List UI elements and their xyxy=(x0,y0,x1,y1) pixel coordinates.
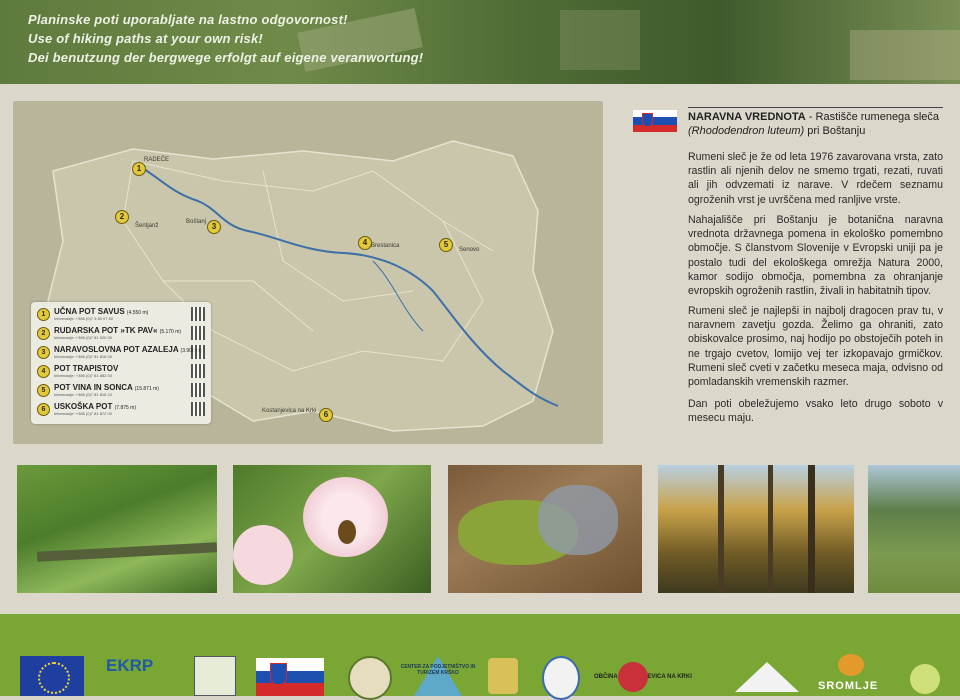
risk-notice-de: Dei benutzung der bergwege erfolgt auf e… xyxy=(28,50,424,65)
trail-marker-6: 6 xyxy=(319,408,333,422)
cpt-triangle-logo xyxy=(414,656,462,696)
legend-number: 5 xyxy=(37,384,50,397)
legend-item: 4 POT TRAPISTOV Informacije: +386 (0)7 8… xyxy=(37,363,205,380)
cpt-label: CENTER ZA PODJETNIŠTVO IN TURIZEM KRŠKO xyxy=(400,664,476,676)
article-title: NARAVNA VREDNOTA - Rastišče rumenega sle… xyxy=(688,107,943,138)
trail-marker-1: 1 xyxy=(132,162,146,176)
legend-item: 6 USKOŠKA POT (7.875 m) Informacije: +38… xyxy=(37,401,205,418)
legend-number: 1 xyxy=(37,308,50,321)
article-paragraph: Rumeni sleč je najlepši in najbolj drago… xyxy=(688,305,943,389)
town-label: Boštanj xyxy=(186,219,207,225)
eu-flag-icon xyxy=(20,656,84,696)
trail-marker-3: 3 xyxy=(207,220,221,234)
las-posavje-logo xyxy=(348,656,392,700)
legend-info: Informacije: +386 (0)7 81 872 00 xyxy=(54,411,112,416)
town-label: Kostanjevica na Krki xyxy=(262,408,317,414)
trail-legend: 1 UČNA POT SAVUS (4.550 m) Informacije: … xyxy=(31,302,211,424)
legend-number: 6 xyxy=(37,403,50,416)
legend-name: POT TRAPISTOV xyxy=(54,364,119,373)
ktrc-logo xyxy=(542,656,580,700)
article-paragraph: Nahajališče pri Boštanju je botanična na… xyxy=(688,214,943,298)
legend-number: 2 xyxy=(37,327,50,340)
article-paragraph: Dan poti obeležujemo vsako leto drugo so… xyxy=(688,398,943,425)
risk-notice-sl: Planinske poti uporabljate na lastno odg… xyxy=(28,12,348,27)
qr-code-icon xyxy=(191,402,205,416)
trail-marker-4: 4 xyxy=(358,236,372,250)
leader-logo xyxy=(194,656,236,696)
kostanjevica-crest-icon xyxy=(618,662,648,692)
legend-name: RUDARSKA POT »TK PAV« (5.170 m) xyxy=(54,326,182,335)
photo-mossy-rock xyxy=(448,465,642,593)
qr-code-icon xyxy=(191,383,205,397)
legend-info: Informacije: +386 (0)7 81 920 00 xyxy=(54,335,112,340)
town-label: Brestanica xyxy=(371,243,400,249)
legend-info: Informacije: +386 (0)7 81 816 24 xyxy=(54,392,112,397)
legend-name: USKOŠKA POT (7.875 m) xyxy=(54,402,137,411)
aerial-photo-banner: Planinske poti uporabljate na lastno odg… xyxy=(0,0,960,84)
legend-info: Informacije: +386 (0)7 81 816 00 xyxy=(54,354,112,359)
legend-info: Informacije: +386 (0)7 3 80 07 60 xyxy=(54,316,114,321)
photo-valley-village xyxy=(868,465,960,593)
qr-code-icon xyxy=(191,364,205,378)
legend-number: 4 xyxy=(37,365,50,378)
legend-info: Informacije: +386 (0)7 81 882 00 xyxy=(54,373,112,378)
town-label: Senovo xyxy=(459,247,480,253)
sromlje-flower-icon xyxy=(838,654,864,676)
qr-code-icon xyxy=(191,307,205,321)
qr-code-icon xyxy=(191,345,205,359)
qr-code-icon xyxy=(191,326,205,340)
article-paragraph: Rumeni sleč je že od leta 1976 zavarovan… xyxy=(688,151,943,206)
legend-item: 5 POT VINA IN SONCA (15.871 m) Informaci… xyxy=(37,382,205,399)
legend-item: 1 UČNA POT SAVUS (4.550 m) Informacije: … xyxy=(37,306,205,323)
trail-marker-5: 5 xyxy=(439,238,453,252)
ekrp-logo: EKRP xyxy=(106,656,154,675)
partial-logo xyxy=(910,664,940,694)
town-label: RADEČE xyxy=(144,157,170,163)
slovenia-flag-footer-icon xyxy=(256,658,324,696)
legend-number: 3 xyxy=(37,346,50,359)
slovenia-flag-icon xyxy=(633,110,677,132)
photo-forest-stream xyxy=(17,465,217,593)
sponsor-footer: EKRP CENTER ZA PODJETNIŠTVO IN TURIZEM K… xyxy=(0,614,960,700)
trail-marker-2: 2 xyxy=(115,210,129,224)
legend-item: 3 NARAVOSLOVNA POT AZALEJA (3.900 m) Inf… xyxy=(37,344,205,361)
legend-item: 2 RUDARSKA POT »TK PAV« (5.170 m) Inform… xyxy=(37,325,205,342)
sromlje-label: SROMLJE xyxy=(818,680,879,692)
photo-blossom-bee xyxy=(233,465,431,593)
sot-logo xyxy=(488,658,518,694)
legend-name: UČNA POT SAVUS (4.550 m) xyxy=(54,307,149,316)
risk-notice-en: Use of hiking paths at your own risk! xyxy=(28,31,263,46)
mountain-logo xyxy=(735,662,799,692)
town-label: Šentjanž xyxy=(135,223,159,229)
legend-name: POT VINA IN SONCA (15.871 m) xyxy=(54,383,159,392)
photo-autumn-forest xyxy=(658,465,854,593)
legend-name: NARAVOSLOVNA POT AZALEJA (3.900 m) xyxy=(54,345,202,354)
